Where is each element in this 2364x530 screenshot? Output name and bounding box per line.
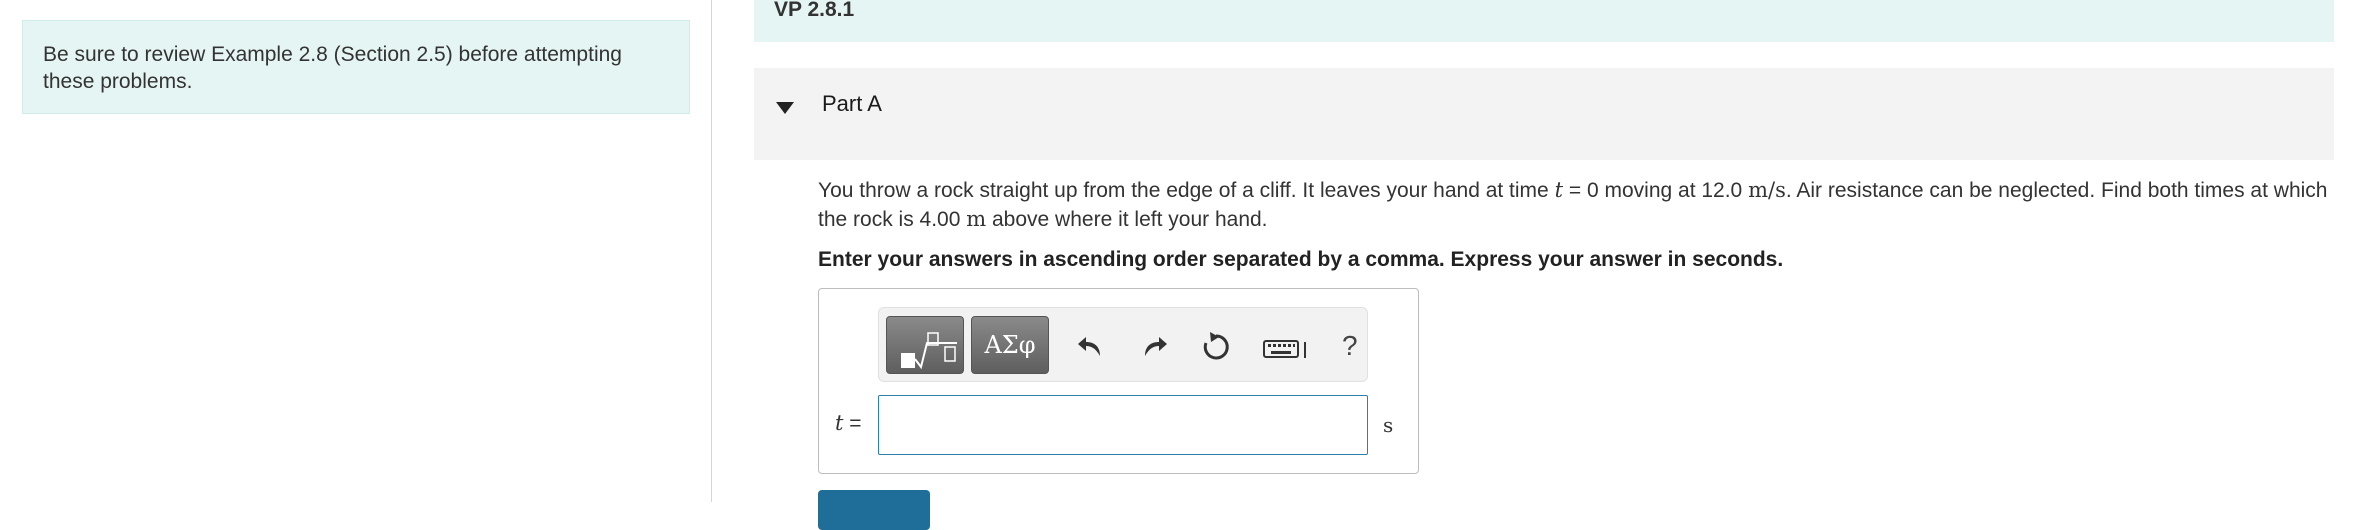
answer-box: ΑΣφ ? t = s — [818, 288, 1419, 474]
redo-icon[interactable] — [1137, 330, 1171, 364]
symbols-button[interactable]: ΑΣφ — [971, 316, 1049, 374]
answer-unit: s — [1383, 413, 1394, 437]
templates-icon — [901, 332, 957, 370]
reset-icon[interactable] — [1199, 330, 1233, 364]
help-icon[interactable]: ? — [1342, 330, 1358, 362]
templates-button[interactable] — [886, 316, 964, 374]
answer-variable-label: t = — [835, 411, 862, 436]
answer-input[interactable] — [878, 395, 1368, 455]
answer-variable: t — [835, 411, 844, 435]
question-text-1: You throw a rock straight up from the ed… — [818, 179, 1555, 202]
undo-icon[interactable] — [1074, 330, 1108, 364]
problem-statement: You throw a rock straight up from the ed… — [818, 176, 2348, 234]
question-unit-ms: m/s — [1748, 178, 1786, 202]
math-toolbar: ΑΣφ ? — [878, 307, 1368, 382]
question-var-t: t — [1554, 178, 1564, 202]
question-text-2: = 0 moving at 12.0 — [1563, 179, 1749, 202]
intro-text: Be sure to review Example 2.8 (Section 2… — [43, 43, 622, 93]
left-column: Be sure to review Example 2.8 (Section 2… — [0, 0, 711, 502]
question-text-4: above where it left your hand. — [986, 208, 1268, 231]
answer-equals: = — [849, 412, 862, 435]
part-a-header[interactable]: Part A — [754, 68, 2334, 160]
problem-set-title: VP 2.8.1 — [774, 0, 855, 21]
problem-set-header: VP 2.8.1 — [754, 0, 2334, 42]
caret-down-icon[interactable] — [776, 102, 794, 114]
symbols-label: ΑΣφ — [984, 331, 1036, 359]
answer-instruction: Enter your answers in ascending order se… — [818, 248, 1784, 271]
intro-note: Be sure to review Example 2.8 (Section 2… — [22, 20, 690, 114]
submit-button[interactable] — [818, 490, 930, 530]
keyboard-icon[interactable] — [1262, 330, 1310, 364]
part-title: Part A — [822, 91, 882, 116]
question-unit-m: m — [966, 207, 987, 231]
column-divider — [711, 0, 712, 502]
